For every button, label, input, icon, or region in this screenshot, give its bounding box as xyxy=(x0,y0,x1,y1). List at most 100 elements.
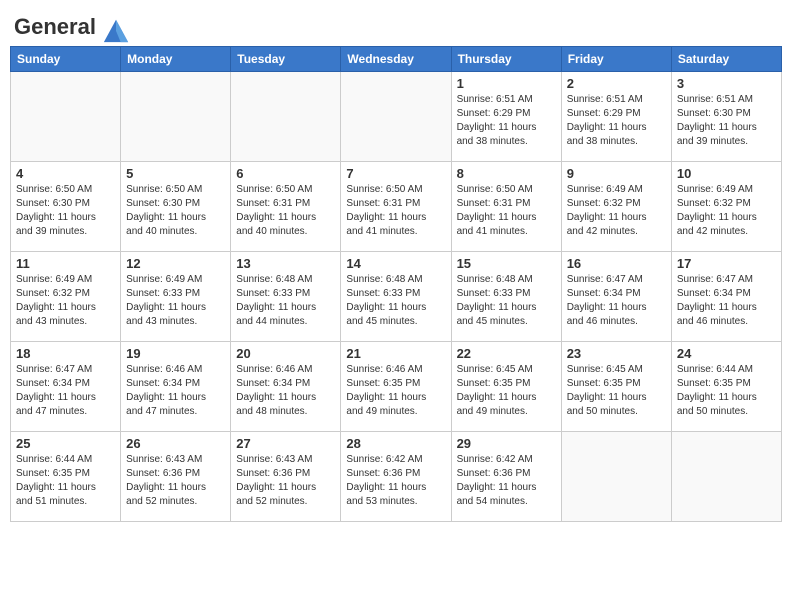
day-number: 2 xyxy=(567,76,666,91)
day-number: 12 xyxy=(126,256,225,271)
day-number: 21 xyxy=(346,346,445,361)
day-number: 25 xyxy=(16,436,115,451)
calendar-cell: 23 Sunrise: 6:45 AMSunset: 6:35 PMDayligh… xyxy=(561,341,671,431)
day-number: 28 xyxy=(346,436,445,451)
calendar-table: SundayMondayTuesdayWednesdayThursdayFrid… xyxy=(10,46,782,522)
day-info: Sunrise: 6:50 AMSunset: 6:30 PMDaylight:… xyxy=(126,183,225,239)
day-info: Sunrise: 6:43 AMSunset: 6:36 PMDaylight:… xyxy=(236,453,335,509)
calendar-cell: 17 Sunrise: 6:47 AMSunset: 6:34 PMDayligh… xyxy=(671,251,781,341)
day-info: Sunrise: 6:47 AMSunset: 6:34 PMDaylight:… xyxy=(567,273,666,329)
week-row-5: 25Sunrise: 6:44 AMSunset: 6:35 PMDayligh… xyxy=(11,431,782,521)
weekday-header-monday: Monday xyxy=(121,46,231,71)
day-info: Sunrise: 6:50 AMSunset: 6:31 PMDaylight:… xyxy=(457,183,556,239)
calendar-cell: 11Sunrise: 6:49 AMSunset: 6:32 PMDayligh… xyxy=(11,251,121,341)
calendar-cell xyxy=(671,431,781,521)
day-info: Sunrise: 6:51 AMSunset: 6:29 PMDaylight:… xyxy=(457,93,556,149)
calendar-cell: 4 Sunrise: 6:50 AMSunset: 6:30 PMDaylight… xyxy=(11,161,121,251)
calendar-cell: 3 Sunrise: 6:51 AMSunset: 6:30 PMDaylight… xyxy=(671,71,781,161)
calendar-cell: 12 Sunrise: 6:49 AMSunset: 6:33 PMDayligh… xyxy=(121,251,231,341)
day-info: Sunrise: 6:49 AMSunset: 6:33 PMDaylight:… xyxy=(126,273,225,329)
day-info: Sunrise: 6:51 AMSunset: 6:29 PMDaylight:… xyxy=(567,93,666,149)
weekday-header-sunday: Sunday xyxy=(11,46,121,71)
weekday-header-tuesday: Tuesday xyxy=(231,46,341,71)
day-number: 18 xyxy=(16,346,115,361)
week-row-1: 1 Sunrise: 6:51 AMSunset: 6:29 PMDaylight… xyxy=(11,71,782,161)
day-number: 4 xyxy=(16,166,115,181)
day-info: Sunrise: 6:48 AMSunset: 6:33 PMDaylight:… xyxy=(236,273,335,329)
calendar-cell: 18 Sunrise: 6:47 AMSunset: 6:34 PMDayligh… xyxy=(11,341,121,431)
calendar-cell: 21 Sunrise: 6:46 AMSunset: 6:35 PMDayligh… xyxy=(341,341,451,431)
weekday-header-row: SundayMondayTuesdayWednesdayThursdayFrid… xyxy=(11,46,782,71)
day-info: Sunrise: 6:48 AMSunset: 6:33 PMDaylight:… xyxy=(346,273,445,329)
day-info: Sunrise: 6:42 AMSunset: 6:36 PMDaylight:… xyxy=(346,453,445,509)
day-info: Sunrise: 6:46 AMSunset: 6:35 PMDaylight:… xyxy=(346,363,445,419)
calendar-cell: 27 Sunrise: 6:43 AMSunset: 6:36 PMDayligh… xyxy=(231,431,341,521)
page-header: General xyxy=(10,10,782,40)
weekday-header-saturday: Saturday xyxy=(671,46,781,71)
day-info: Sunrise: 6:43 AMSunset: 6:36 PMDaylight:… xyxy=(126,453,225,509)
calendar-cell: 2 Sunrise: 6:51 AMSunset: 6:29 PMDaylight… xyxy=(561,71,671,161)
day-number: 8 xyxy=(457,166,556,181)
day-number: 11 xyxy=(16,256,115,271)
day-info: Sunrise: 6:50 AMSunset: 6:31 PMDaylight:… xyxy=(236,183,335,239)
calendar-cell xyxy=(121,71,231,161)
calendar-cell xyxy=(231,71,341,161)
day-info: Sunrise: 6:47 AMSunset: 6:34 PMDaylight:… xyxy=(677,273,776,329)
logo-icon xyxy=(102,16,130,44)
day-number: 17 xyxy=(677,256,776,271)
day-info: Sunrise: 6:44 AMSunset: 6:35 PMDaylight:… xyxy=(677,363,776,419)
day-number: 13 xyxy=(236,256,335,271)
day-info: Sunrise: 6:45 AMSunset: 6:35 PMDaylight:… xyxy=(457,363,556,419)
calendar-cell: 14Sunrise: 6:48 AMSunset: 6:33 PMDayligh… xyxy=(341,251,451,341)
week-row-2: 4 Sunrise: 6:50 AMSunset: 6:30 PMDaylight… xyxy=(11,161,782,251)
day-info: Sunrise: 6:42 AMSunset: 6:36 PMDaylight:… xyxy=(457,453,556,509)
calendar-cell: 29Sunrise: 6:42 AMSunset: 6:36 PMDayligh… xyxy=(451,431,561,521)
day-number: 24 xyxy=(677,346,776,361)
day-number: 26 xyxy=(126,436,225,451)
calendar-cell xyxy=(561,431,671,521)
day-info: Sunrise: 6:47 AMSunset: 6:34 PMDaylight:… xyxy=(16,363,115,419)
logo-text: General xyxy=(14,14,130,44)
day-number: 15 xyxy=(457,256,556,271)
day-number: 10 xyxy=(677,166,776,181)
day-number: 23 xyxy=(567,346,666,361)
calendar-cell: 24 Sunrise: 6:44 AMSunset: 6:35 PMDayligh… xyxy=(671,341,781,431)
weekday-header-thursday: Thursday xyxy=(451,46,561,71)
day-number: 7 xyxy=(346,166,445,181)
day-info: Sunrise: 6:51 AMSunset: 6:30 PMDaylight:… xyxy=(677,93,776,149)
day-info: Sunrise: 6:50 AMSunset: 6:31 PMDaylight:… xyxy=(346,183,445,239)
calendar-cell: 10 Sunrise: 6:49 AMSunset: 6:32 PMDayligh… xyxy=(671,161,781,251)
calendar-cell: 6 Sunrise: 6:50 AMSunset: 6:31 PMDaylight… xyxy=(231,161,341,251)
week-row-3: 11Sunrise: 6:49 AMSunset: 6:32 PMDayligh… xyxy=(11,251,782,341)
day-number: 9 xyxy=(567,166,666,181)
day-info: Sunrise: 6:46 AMSunset: 6:34 PMDaylight:… xyxy=(126,363,225,419)
day-info: Sunrise: 6:45 AMSunset: 6:35 PMDaylight:… xyxy=(567,363,666,419)
calendar-cell: 13 Sunrise: 6:48 AMSunset: 6:33 PMDayligh… xyxy=(231,251,341,341)
day-number: 19 xyxy=(126,346,225,361)
calendar-cell: 28 Sunrise: 6:42 AMSunset: 6:36 PMDayligh… xyxy=(341,431,451,521)
day-number: 22 xyxy=(457,346,556,361)
calendar-cell: 19 Sunrise: 6:46 AMSunset: 6:34 PMDayligh… xyxy=(121,341,231,431)
calendar-cell: 1 Sunrise: 6:51 AMSunset: 6:29 PMDaylight… xyxy=(451,71,561,161)
calendar-cell: 9Sunrise: 6:49 AMSunset: 6:32 PMDaylight… xyxy=(561,161,671,251)
day-number: 3 xyxy=(677,76,776,91)
day-number: 5 xyxy=(126,166,225,181)
day-number: 6 xyxy=(236,166,335,181)
weekday-header-friday: Friday xyxy=(561,46,671,71)
day-number: 16 xyxy=(567,256,666,271)
calendar-cell: 8 Sunrise: 6:50 AMSunset: 6:31 PMDaylight… xyxy=(451,161,561,251)
calendar-cell: 5 Sunrise: 6:50 AMSunset: 6:30 PMDaylight… xyxy=(121,161,231,251)
day-info: Sunrise: 6:46 AMSunset: 6:34 PMDaylight:… xyxy=(236,363,335,419)
week-row-4: 18 Sunrise: 6:47 AMSunset: 6:34 PMDayligh… xyxy=(11,341,782,431)
calendar-cell xyxy=(341,71,451,161)
calendar-cell xyxy=(11,71,121,161)
day-number: 1 xyxy=(457,76,556,91)
day-info: Sunrise: 6:49 AMSunset: 6:32 PMDaylight:… xyxy=(677,183,776,239)
day-info: Sunrise: 6:50 AMSunset: 6:30 PMDaylight:… xyxy=(16,183,115,239)
day-number: 20 xyxy=(236,346,335,361)
calendar-cell: 15Sunrise: 6:48 AMSunset: 6:33 PMDayligh… xyxy=(451,251,561,341)
calendar-cell: 16 Sunrise: 6:47 AMSunset: 6:34 PMDayligh… xyxy=(561,251,671,341)
weekday-header-wednesday: Wednesday xyxy=(341,46,451,71)
calendar-cell: 26 Sunrise: 6:43 AMSunset: 6:36 PMDayligh… xyxy=(121,431,231,521)
day-number: 27 xyxy=(236,436,335,451)
